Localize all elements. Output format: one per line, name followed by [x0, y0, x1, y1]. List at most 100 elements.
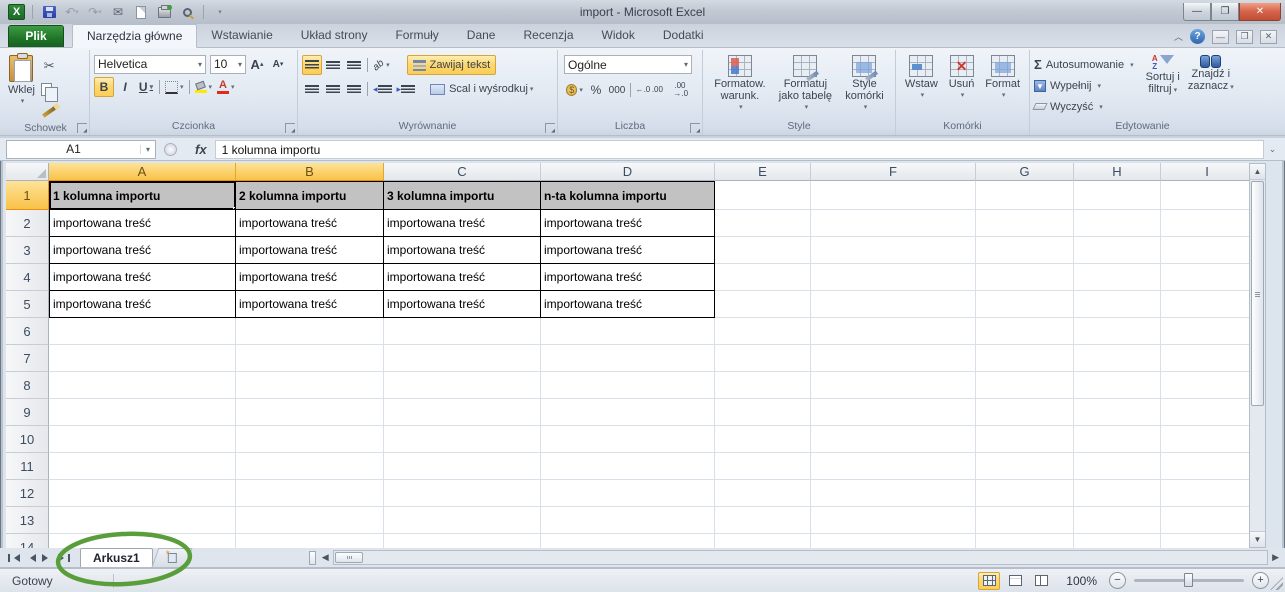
align-bottom-button[interactable] — [344, 55, 364, 75]
previous-sheet-button[interactable] — [26, 554, 36, 562]
cell-E11[interactable] — [715, 453, 811, 480]
cell-B14[interactable] — [236, 534, 384, 548]
dialog-launcher-icon[interactable] — [690, 123, 700, 133]
scroll-up-icon[interactable]: ▲ — [1250, 164, 1265, 180]
copy-button[interactable] — [39, 79, 60, 99]
row-header-12[interactable]: 12 — [6, 480, 49, 507]
cell-C6[interactable] — [384, 318, 541, 345]
column-header-G[interactable]: G — [976, 163, 1074, 181]
cell-C3[interactable]: importowana treść — [384, 237, 541, 264]
cell-D13[interactable] — [541, 507, 715, 534]
cell-B2[interactable]: importowana treść — [236, 210, 384, 237]
dialog-launcher-icon[interactable] — [285, 123, 295, 133]
column-header-C[interactable]: C — [384, 163, 541, 181]
tab-recenzja[interactable]: Recenzja — [509, 24, 587, 47]
format-cells-button[interactable]: Format — [981, 52, 1024, 120]
cell-A1[interactable]: 1 kolumna importu — [49, 181, 236, 210]
dialog-launcher-icon[interactable] — [545, 123, 555, 133]
cell-C8[interactable] — [384, 372, 541, 399]
align-left-button[interactable] — [302, 79, 322, 99]
view-page-layout-button[interactable] — [1004, 572, 1026, 590]
cell-C1[interactable]: 3 kolumna importu — [384, 181, 541, 210]
insert-worksheet-button[interactable] — [151, 548, 192, 567]
cell-C2[interactable]: importowana treść — [384, 210, 541, 237]
cell-E2[interactable] — [715, 210, 811, 237]
cell-H12[interactable] — [1074, 480, 1161, 507]
row-header-9[interactable]: 9 — [6, 399, 49, 426]
merge-center-button[interactable]: Scal i wyśrodkuj — [426, 79, 537, 99]
cell-B13[interactable] — [236, 507, 384, 534]
increase-indent-button[interactable]: ▸ — [395, 79, 418, 99]
cell-I5[interactable] — [1161, 291, 1254, 318]
cell-H1[interactable] — [1074, 181, 1161, 210]
horizontal-scrollbar-thumb[interactable] — [335, 552, 363, 563]
cell-G9[interactable] — [976, 399, 1074, 426]
first-sheet-button[interactable] — [8, 554, 20, 562]
cell-A3[interactable]: importowana treść — [49, 237, 236, 264]
cell-C14[interactable] — [384, 534, 541, 548]
cell-E4[interactable] — [715, 264, 811, 291]
fill-button[interactable]: ▼ Wypełnij — [1032, 75, 1136, 96]
cell-F6[interactable] — [811, 318, 976, 345]
view-page-break-button[interactable] — [1030, 572, 1052, 590]
tab-widok[interactable]: Widok — [588, 24, 649, 47]
horizontal-scrollbar[interactable] — [333, 550, 1268, 565]
row-header-7[interactable]: 7 — [6, 345, 49, 372]
tab-wstawianie[interactable]: Wstawianie — [197, 24, 286, 47]
cell-C4[interactable]: importowana treść — [384, 264, 541, 291]
tab-dane[interactable]: Dane — [453, 24, 510, 47]
cell-C10[interactable] — [384, 426, 541, 453]
doc-minimize-button[interactable]: — — [1212, 30, 1229, 44]
font-name-combo[interactable]: Helvetica▾ — [94, 55, 206, 74]
vertical-scrollbar-thumb[interactable] — [1251, 181, 1264, 406]
select-all-corner[interactable] — [6, 163, 49, 181]
row-header-11[interactable]: 11 — [6, 453, 49, 480]
cell-D14[interactable] — [541, 534, 715, 548]
format-painter-button[interactable] — [39, 102, 60, 122]
doc-close-button[interactable]: ✕ — [1260, 30, 1277, 44]
row-header-2[interactable]: 2 — [6, 210, 49, 237]
cell-F4[interactable] — [811, 264, 976, 291]
cell-H4[interactable] — [1074, 264, 1161, 291]
clear-button[interactable]: Wyczyść — [1032, 96, 1136, 117]
column-header-B[interactable]: B — [236, 163, 384, 181]
cell-E3[interactable] — [715, 237, 811, 264]
zoom-out-button[interactable]: − — [1109, 572, 1126, 589]
cell-A6[interactable] — [49, 318, 236, 345]
tab-file[interactable]: Plik — [8, 25, 64, 47]
cell-G4[interactable] — [976, 264, 1074, 291]
cell-G5[interactable] — [976, 291, 1074, 318]
cell-B1[interactable]: 2 kolumna importu — [236, 181, 384, 210]
sort-filter-button[interactable]: AZ Sortuj ifiltruj — [1142, 52, 1184, 120]
dialog-launcher-icon[interactable] — [77, 123, 87, 133]
cell-I3[interactable] — [1161, 237, 1254, 264]
name-box-dropdown-icon[interactable]: ▾ — [140, 145, 155, 154]
excel-logo-icon[interactable]: X — [8, 4, 25, 20]
cell-G10[interactable] — [976, 426, 1074, 453]
cell-E6[interactable] — [715, 318, 811, 345]
fill-color-button[interactable] — [193, 77, 215, 97]
formula-input[interactable]: 1 kolumna importu — [215, 140, 1264, 159]
zoom-slider-thumb[interactable] — [1184, 573, 1193, 587]
cell-I9[interactable] — [1161, 399, 1254, 426]
sheet-tab-arkusz1[interactable]: Arkusz1 — [80, 548, 153, 567]
cell-F7[interactable] — [811, 345, 976, 372]
row-header-8[interactable]: 8 — [6, 372, 49, 399]
cell-A7[interactable] — [49, 345, 236, 372]
restore-button[interactable]: ❐ — [1211, 3, 1239, 21]
cell-A10[interactable] — [49, 426, 236, 453]
cell-H5[interactable] — [1074, 291, 1161, 318]
cell-G1[interactable] — [976, 181, 1074, 210]
cell-E10[interactable] — [715, 426, 811, 453]
decrease-decimal-button[interactable]: .00 →.0 — [666, 80, 696, 100]
cell-H14[interactable] — [1074, 534, 1161, 548]
font-size-combo[interactable]: 10▾ — [210, 55, 246, 74]
undo-button[interactable]: ↶▾ — [63, 4, 81, 21]
cell-I14[interactable] — [1161, 534, 1254, 548]
cell-D10[interactable] — [541, 426, 715, 453]
cell-H2[interactable] — [1074, 210, 1161, 237]
orientation-button[interactable]: ab — [371, 55, 392, 75]
align-right-button[interactable] — [344, 79, 364, 99]
row-header-1[interactable]: 1 — [6, 181, 49, 210]
cell-A2[interactable]: importowana treść — [49, 210, 236, 237]
